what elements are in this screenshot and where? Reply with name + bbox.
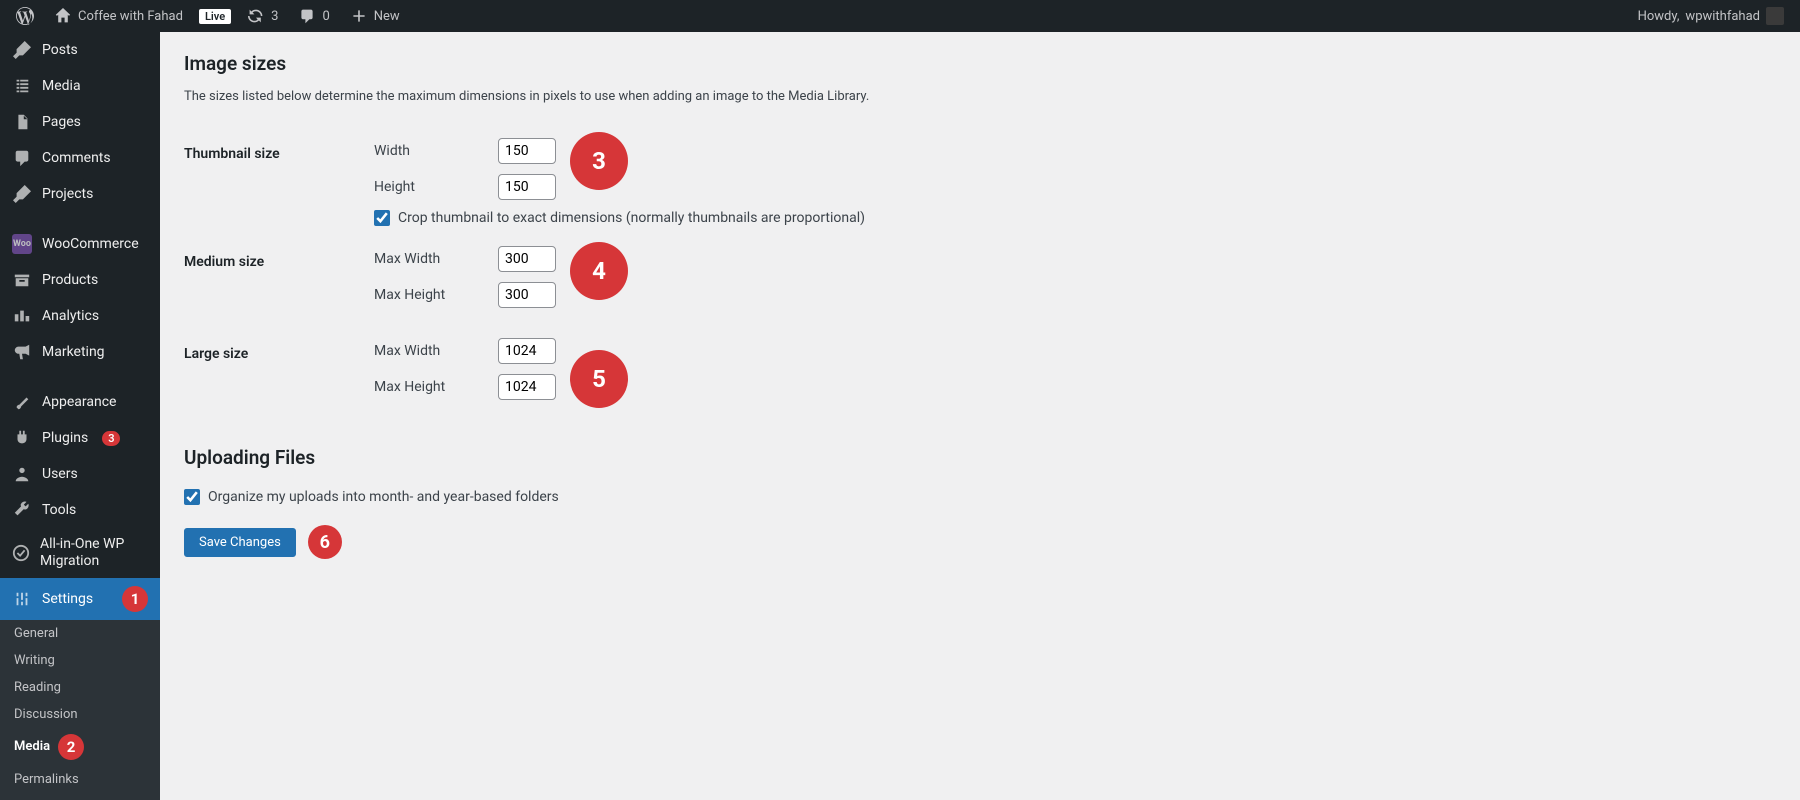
updates-count: 3 xyxy=(271,9,278,24)
user-icon xyxy=(12,464,32,484)
callout-3: 3 xyxy=(570,132,628,190)
sidebar-item-projects[interactable]: Projects xyxy=(0,176,160,212)
sidebar-item-analytics[interactable]: Analytics xyxy=(0,298,160,334)
wordpress-icon xyxy=(16,7,34,25)
settings-icon xyxy=(12,589,32,609)
comments-count: 0 xyxy=(322,9,329,24)
sidebar-item-migration[interactable]: All-in-One WP Migration xyxy=(0,528,160,578)
sidebar-item-marketing[interactable]: Marketing xyxy=(0,334,160,370)
callout-1: 1 xyxy=(122,586,148,612)
image-sizes-description: The sizes listed below determine the max… xyxy=(184,89,1776,104)
archive-icon xyxy=(12,270,32,290)
pin-icon xyxy=(12,184,32,204)
media-icon xyxy=(12,76,32,96)
thumbnail-heading: Thumbnail size xyxy=(184,128,374,236)
admin-sidebar: Posts Media Pages Comments Projects WooW… xyxy=(0,32,160,800)
woo-icon: Woo xyxy=(12,234,32,254)
callout-6: 6 xyxy=(308,525,342,559)
sidebar-item-woocommerce[interactable]: WooWooCommerce xyxy=(0,226,160,262)
large-heading: Large size xyxy=(184,328,374,420)
plus-icon xyxy=(350,7,368,25)
username: wpwithfahad xyxy=(1685,9,1760,24)
sidebar-item-plugins[interactable]: Plugins3 xyxy=(0,420,160,456)
organize-checkbox[interactable] xyxy=(184,489,200,505)
large-height-label: Max Height xyxy=(374,379,484,395)
submenu-reading[interactable]: Reading xyxy=(0,674,160,701)
sidebar-item-comments[interactable]: Comments xyxy=(0,140,160,176)
sidebar-item-appearance[interactable]: Appearance xyxy=(0,384,160,420)
page-icon xyxy=(12,112,32,132)
megaphone-icon xyxy=(12,342,32,362)
submenu-privacy[interactable]: Privacy xyxy=(0,793,160,800)
thumb-height-input[interactable] xyxy=(498,174,556,200)
submenu-permalinks[interactable]: Permalinks xyxy=(0,766,160,793)
sidebar-item-media[interactable]: Media xyxy=(0,68,160,104)
comment-icon xyxy=(298,7,316,25)
pin-icon xyxy=(12,40,32,60)
submenu-discussion[interactable]: Discussion xyxy=(0,701,160,728)
medium-width-input[interactable] xyxy=(498,246,556,272)
settings-submenu: General Writing Reading Discussion Media… xyxy=(0,620,160,800)
medium-height-label: Max Height xyxy=(374,287,484,303)
sidebar-item-pages[interactable]: Pages xyxy=(0,104,160,140)
site-link[interactable]: Coffee with Fahad xyxy=(46,0,191,32)
updates-link[interactable]: 3 xyxy=(239,0,286,32)
uploading-heading: Uploading Files xyxy=(184,446,1776,469)
callout-4: 4 xyxy=(570,242,628,300)
sidebar-item-settings[interactable]: Settings 1 xyxy=(0,578,160,620)
callout-2: 2 xyxy=(58,734,84,760)
thumb-width-label: Width xyxy=(374,143,484,159)
avatar xyxy=(1766,7,1784,25)
medium-width-label: Max Width xyxy=(374,251,484,267)
comments-link[interactable]: 0 xyxy=(290,0,337,32)
new-label: New xyxy=(374,9,400,24)
thumb-height-label: Height xyxy=(374,179,484,195)
sidebar-item-products[interactable]: Products xyxy=(0,262,160,298)
wrench-icon xyxy=(12,500,32,520)
callout-5: 5 xyxy=(570,350,628,408)
live-badge: Live xyxy=(199,9,231,24)
account-link[interactable]: Howdy, wpwithfahad xyxy=(1630,0,1792,32)
thumb-width-input[interactable] xyxy=(498,138,556,164)
submenu-writing[interactable]: Writing xyxy=(0,647,160,674)
plugins-badge: 3 xyxy=(102,431,120,446)
wp-logo-link[interactable] xyxy=(8,0,42,32)
migrate-icon xyxy=(12,543,30,563)
new-content-link[interactable]: New xyxy=(342,0,408,32)
site-title: Coffee with Fahad xyxy=(78,9,183,24)
howdy-prefix: Howdy, xyxy=(1638,9,1680,24)
sidebar-item-posts[interactable]: Posts xyxy=(0,32,160,68)
submenu-general[interactable]: General xyxy=(0,620,160,647)
sidebar-item-tools[interactable]: Tools xyxy=(0,492,160,528)
chart-icon xyxy=(12,306,32,326)
crop-checkbox[interactable] xyxy=(374,210,390,226)
comment-icon xyxy=(12,148,32,168)
plugin-icon xyxy=(12,428,32,448)
admin-bar: Coffee with Fahad Live 3 0 New Howdy, wp… xyxy=(0,0,1800,32)
large-height-input[interactable] xyxy=(498,374,556,400)
home-icon xyxy=(54,7,72,25)
content-area: Image sizes The sizes listed below deter… xyxy=(160,32,1800,800)
save-button[interactable]: Save Changes xyxy=(184,528,296,557)
sidebar-item-users[interactable]: Users xyxy=(0,456,160,492)
large-width-label: Max Width xyxy=(374,343,484,359)
medium-height-input[interactable] xyxy=(498,282,556,308)
organize-label: Organize my uploads into month- and year… xyxy=(208,489,559,505)
brush-icon xyxy=(12,392,32,412)
update-icon xyxy=(247,7,265,25)
submenu-media[interactable]: Media2 xyxy=(0,728,160,766)
medium-heading: Medium size xyxy=(184,236,374,328)
image-sizes-heading: Image sizes xyxy=(184,52,1776,75)
large-width-input[interactable] xyxy=(498,338,556,364)
crop-label: Crop thumbnail to exact dimensions (norm… xyxy=(398,210,865,226)
